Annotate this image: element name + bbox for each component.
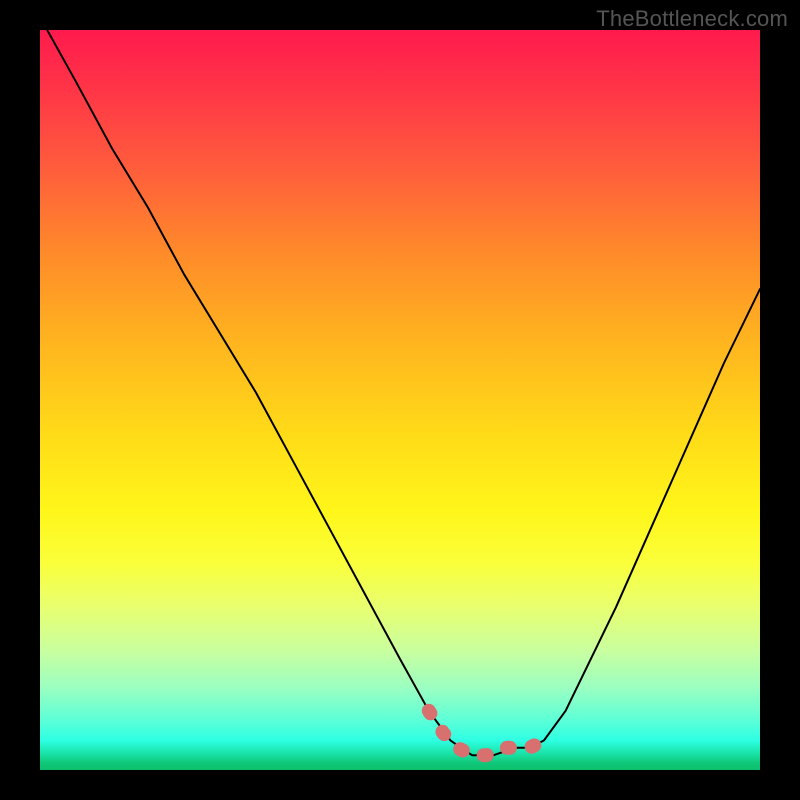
bottleneck-curve (47, 30, 760, 755)
plot-area (40, 30, 760, 770)
curve-layer (40, 30, 760, 770)
chart-frame: TheBottleneck.com (0, 0, 800, 800)
highlight-segment (429, 711, 544, 755)
watermark-text: TheBottleneck.com (596, 6, 788, 32)
